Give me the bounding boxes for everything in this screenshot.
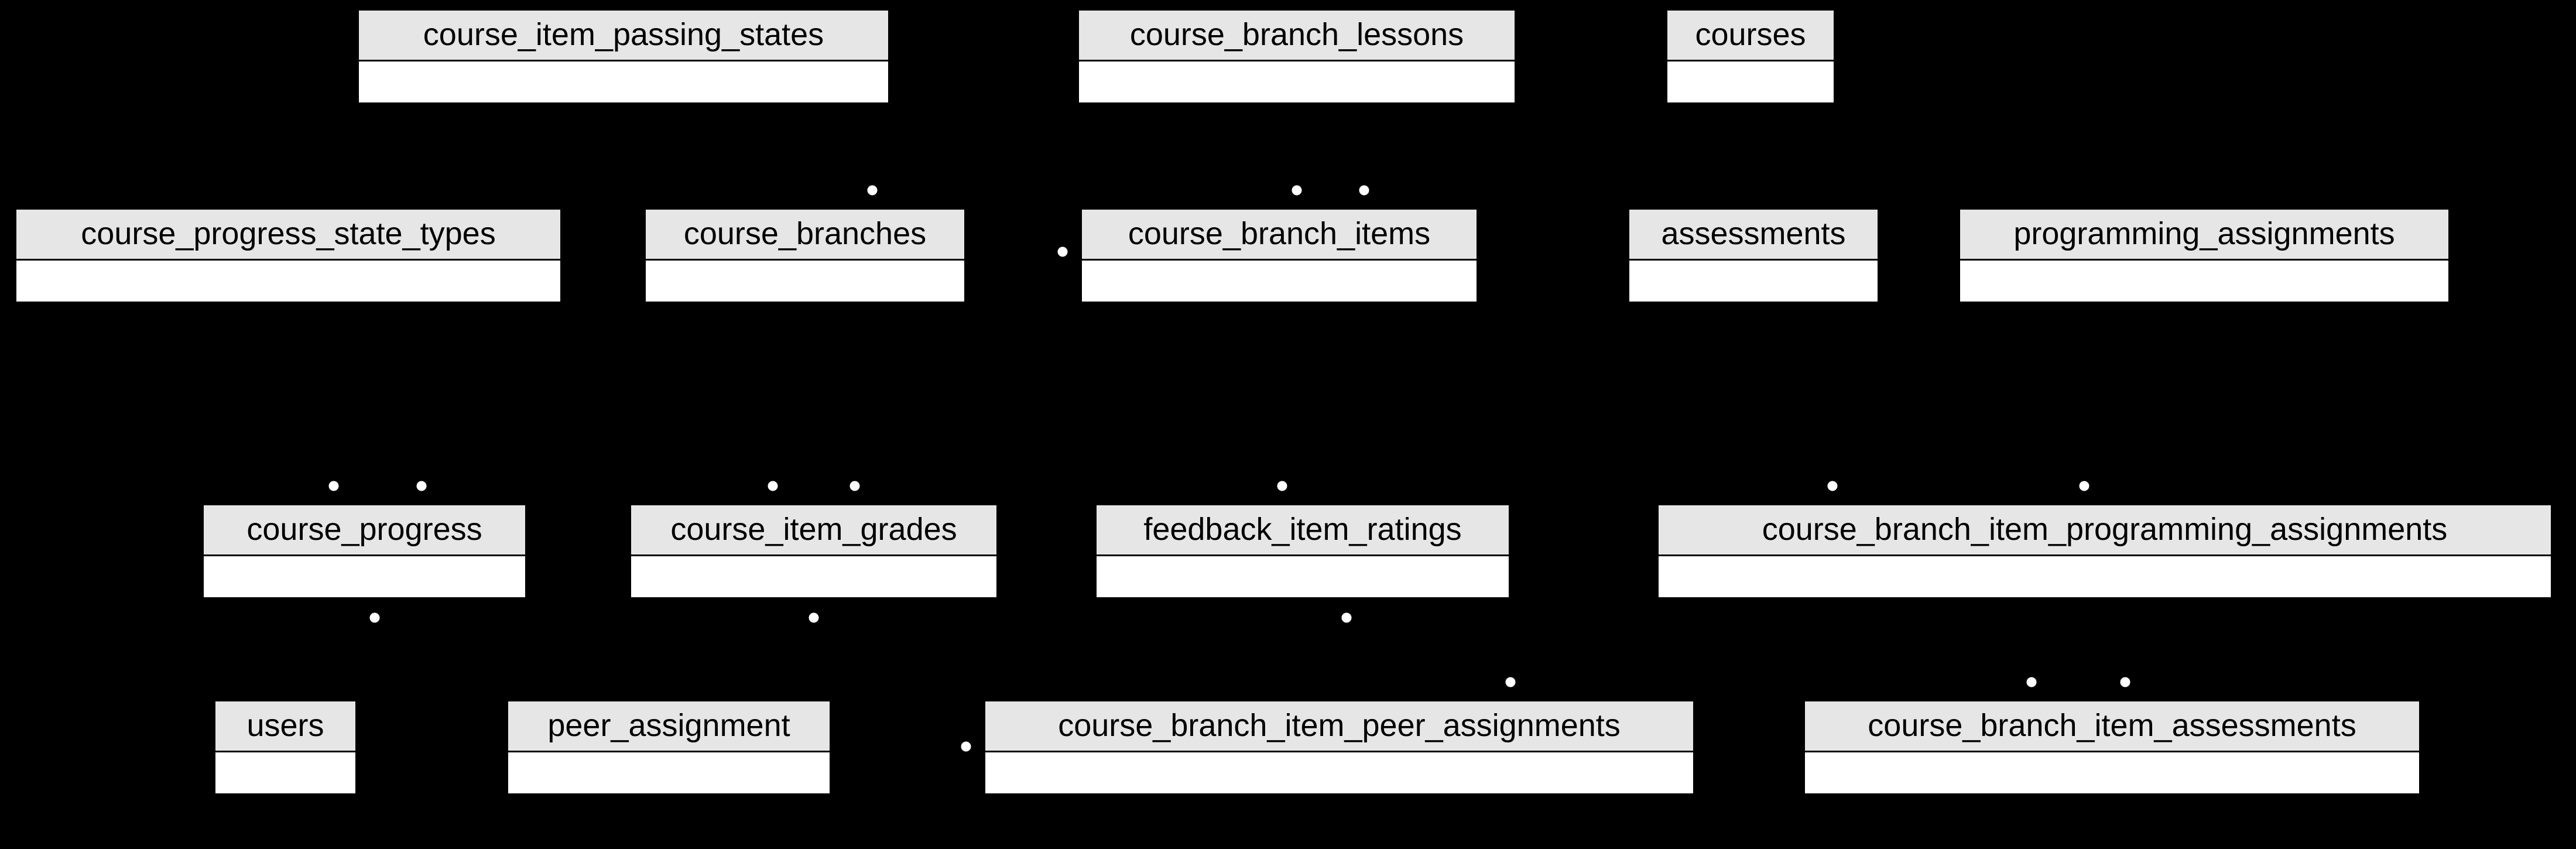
entity-programming-assignments[interactable]: programming_assignments: [1958, 208, 2450, 303]
entity-title: course_branch_item_assessments: [1805, 701, 2419, 752]
entity-title: feedback_item_ratings: [1097, 505, 1509, 556]
entity-body: [646, 261, 964, 302]
entity-body: [1659, 556, 2551, 597]
entity-body: [1082, 261, 1477, 302]
entity-assessments[interactable]: assessments: [1628, 208, 1879, 303]
entity-body: [16, 261, 560, 302]
entity-body: [1097, 556, 1509, 597]
entity-body: [508, 752, 830, 793]
entity-body: [631, 556, 996, 597]
entity-course-branches[interactable]: course_branches: [644, 208, 966, 303]
entity-title: peer_assignment: [508, 701, 830, 752]
entity-course-branch-lessons[interactable]: course_branch_lessons: [1077, 9, 1516, 104]
entity-cbi-peer-assignments[interactable]: course_branch_item_peer_assignments: [984, 700, 1695, 795]
entity-title: course_item_grades: [631, 505, 996, 556]
entity-title: course_branch_item_programming_assignmen…: [1659, 505, 2551, 556]
entity-course-item-passing-states[interactable]: course_item_passing_states: [357, 9, 890, 104]
entity-title: programming_assignments: [1960, 210, 2448, 261]
entity-body: [215, 752, 355, 793]
entity-course-progress-state-types[interactable]: course_progress_state_types: [15, 208, 562, 303]
entity-peer-assignment[interactable]: peer_assignment: [506, 700, 831, 795]
entity-body: [204, 556, 525, 597]
entity-body: [1629, 261, 1878, 302]
entity-feedback-item-ratings[interactable]: feedback_item_ratings: [1095, 504, 1510, 599]
entity-body: [1079, 61, 1515, 102]
entity-title: users: [215, 701, 355, 752]
entity-title: courses: [1667, 11, 1834, 61]
entity-course-item-grades[interactable]: course_item_grades: [629, 504, 998, 599]
entity-title: assessments: [1629, 210, 1878, 261]
entity-body: [1960, 261, 2448, 302]
entity-users[interactable]: users: [214, 700, 357, 795]
entity-title: course_progress: [204, 505, 525, 556]
entity-course-branch-items[interactable]: course_branch_items: [1080, 208, 1478, 303]
entity-title: course_branches: [646, 210, 964, 261]
entity-title: course_branch_lessons: [1079, 11, 1515, 61]
entity-title: course_progress_state_types: [16, 210, 560, 261]
entity-body: [1667, 61, 1834, 102]
entity-cbi-programming-assignments[interactable]: course_branch_item_programming_assignmen…: [1657, 504, 2553, 599]
er-diagram-canvas: course_item_passing_states course_branch…: [0, 0, 2576, 849]
entity-body: [359, 61, 888, 102]
entity-body: [985, 752, 1693, 793]
entity-title: course_item_passing_states: [359, 11, 888, 61]
entity-title: course_branch_items: [1082, 210, 1477, 261]
entity-cbi-assessments[interactable]: course_branch_item_assessments: [1803, 700, 2421, 795]
entity-course-progress[interactable]: course_progress: [202, 504, 527, 599]
entity-courses[interactable]: courses: [1666, 9, 1835, 104]
entity-body: [1805, 752, 2419, 793]
entity-title: course_branch_item_peer_assignments: [985, 701, 1693, 752]
